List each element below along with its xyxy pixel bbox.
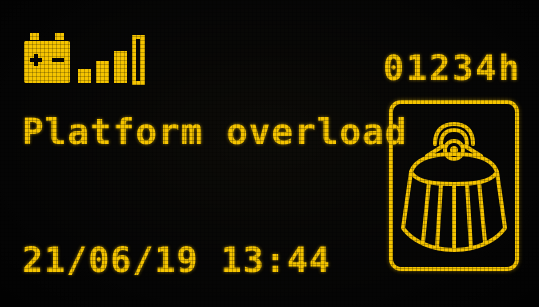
signal-strength-icon	[78, 35, 145, 85]
hour-meter: 01234h	[383, 49, 522, 89]
alarm-message: Platform overload	[22, 112, 408, 153]
date-time: 21/06/19 13:44	[22, 241, 332, 281]
signal-bar-2	[96, 61, 109, 83]
status-icons	[24, 33, 145, 85]
signal-bar-3	[114, 51, 127, 83]
alarm-icon-frame	[389, 100, 519, 271]
overload-weight-icon	[401, 122, 507, 252]
oled-display: 01234h Platform overload 21/06/19 13:44	[0, 0, 539, 307]
signal-bar-1	[78, 69, 91, 83]
battery-icon	[24, 33, 70, 83]
